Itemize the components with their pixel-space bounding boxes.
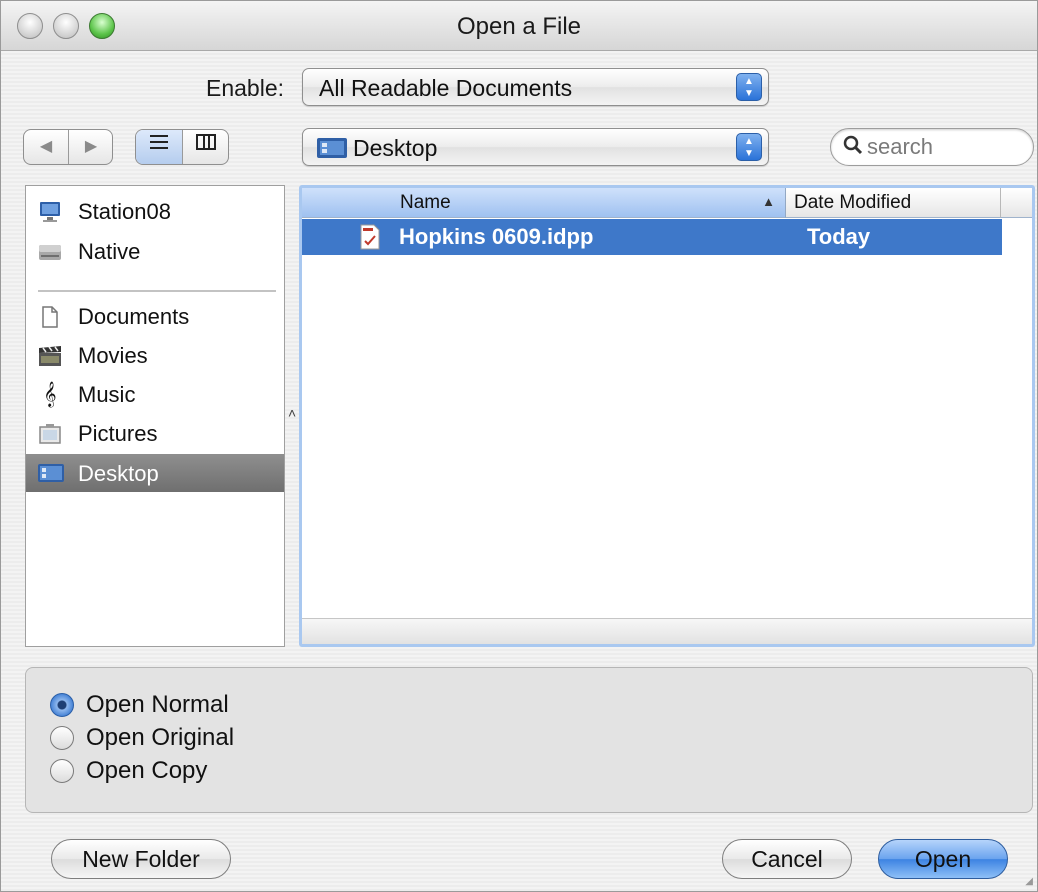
new-folder-button[interactable]: New Folder (51, 839, 231, 879)
sort-ascending-icon: ▲ (762, 194, 775, 209)
location-popup-value: Desktop (353, 135, 438, 161)
radio-unchecked-icon (50, 726, 74, 750)
column-header-name[interactable]: Name ▲ (302, 188, 786, 218)
open-file-dialog: Open a File Enable: All Readable Documen… (0, 0, 1038, 892)
enable-label: Enable: (206, 75, 285, 101)
clapperboard-icon (38, 344, 62, 366)
cancel-button[interactable]: Cancel (722, 839, 852, 879)
resize-grip-icon[interactable]: ◢ (1025, 876, 1033, 887)
sidebar-item-label: Documents (78, 304, 190, 329)
splitter-handle[interactable]: ˄ (288, 405, 296, 421)
open-options-box: Open Normal Open Original Open Copy (25, 667, 1033, 813)
document-file-icon (358, 224, 382, 250)
sidebar-item-desktop[interactable]: Desktop (26, 454, 284, 492)
title-bar: Open a File (1, 1, 1037, 51)
location-popup[interactable]: Desktop ▲ ▼ (302, 128, 769, 166)
column-header-label: Date Modified (794, 192, 912, 213)
column-view-icon[interactable] (183, 130, 228, 164)
open-button[interactable]: Open (878, 839, 1008, 879)
magnifier-icon (843, 135, 863, 161)
file-name: Hopkins 0609.idpp (399, 224, 594, 249)
computer-icon (38, 200, 62, 222)
hard-drive-icon (38, 240, 62, 262)
back-arrow-icon[interactable]: ◀ (24, 130, 68, 164)
radio-unchecked-icon (50, 759, 74, 783)
radio-label: Open Original (86, 724, 235, 751)
document-icon (38, 305, 62, 328)
sidebar-item-documents[interactable]: Documents (26, 297, 284, 335)
back-forward-control: ◀ ▶ (23, 129, 113, 165)
view-mode-control (135, 129, 229, 165)
search-input[interactable] (867, 133, 1017, 161)
file-row[interactable]: Hopkins 0609.idpp Today (302, 219, 1002, 255)
horizontal-scrollbar[interactable] (302, 618, 1032, 644)
column-header-label: Name (400, 192, 451, 213)
radio-checked-icon (50, 693, 74, 717)
sidebar-separator (38, 290, 276, 292)
sidebar-item-pictures[interactable]: Pictures (26, 414, 284, 452)
sidebar-item-native[interactable]: Native (26, 232, 284, 270)
sidebar: Station08 Native Documents Movies 𝄞 Musi… (25, 185, 285, 647)
forward-arrow-icon[interactable]: ▶ (69, 130, 113, 164)
desktop-folder-icon (317, 138, 347, 163)
window-title: Open a File (456, 13, 582, 40)
enable-popup-value: All Readable Documents (319, 75, 573, 101)
sidebar-item-label: Pictures (78, 421, 158, 446)
list-view-icon[interactable] (136, 130, 182, 164)
picture-icon (38, 422, 62, 444)
column-header-filler (1001, 188, 1032, 218)
radio-label: Open Normal (86, 691, 229, 718)
popup-arrows-icon: ▲ ▼ (736, 73, 762, 101)
sidebar-item-label: Movies (78, 343, 148, 368)
sidebar-item-label: Native (78, 239, 141, 264)
sidebar-item-label: Station08 (78, 199, 171, 224)
sidebar-item-station08[interactable]: Station08 (26, 192, 284, 230)
sidebar-item-music[interactable]: 𝄞 Music (26, 375, 284, 413)
enable-popup[interactable]: All Readable Documents ▲ ▼ (302, 68, 769, 106)
desktop-icon (38, 462, 64, 484)
column-header-date-modified[interactable]: Date Modified (786, 188, 1001, 218)
file-list: Name ▲ Date Modified Hopkins 0609.idpp T… (299, 185, 1035, 647)
sidebar-item-label: Desktop (78, 461, 159, 486)
file-date-modified: Today (807, 224, 871, 249)
radio-label: Open Copy (86, 757, 208, 784)
sidebar-item-movies[interactable]: Movies (26, 336, 284, 374)
search-field[interactable] (830, 128, 1034, 166)
music-note-icon: 𝄞 (43, 381, 57, 406)
sidebar-item-label: Music (78, 382, 136, 407)
popup-arrows-icon: ▲ ▼ (736, 133, 762, 161)
